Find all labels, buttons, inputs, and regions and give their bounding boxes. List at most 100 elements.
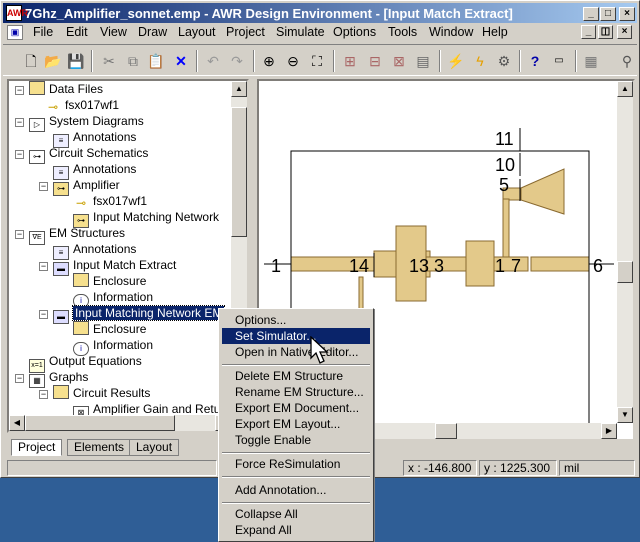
scroll-down-icon[interactable]: ▼ <box>617 407 633 423</box>
tree-node[interactable]: i Information <box>73 337 153 356</box>
copy-icon[interactable]: ⧉ <box>123 51 143 71</box>
menu-edit[interactable]: Edit <box>66 25 88 39</box>
tree-node[interactable]: ≡ Annotations <box>53 161 136 180</box>
menu-help[interactable]: Help <box>482 25 508 39</box>
menu-item-delete-em-structure[interactable]: Delete EM Structure <box>222 368 370 384</box>
add-em-structure-icon[interactable]: ⊠ <box>389 51 409 71</box>
tree-horizontal-scrollbar[interactable]: ◀ ▶ <box>9 415 247 431</box>
menu-item-expand-all[interactable]: Expand All <box>222 522 370 538</box>
collapse-icon[interactable]: − <box>15 374 24 383</box>
menu-item-export-em-layout[interactable]: Export EM Layout... <box>222 416 370 432</box>
menu-tools[interactable]: Tools <box>388 25 417 39</box>
menu-item-toggle-enable[interactable]: Toggle Enable <box>222 432 370 448</box>
scroll-right-icon[interactable]: ▶ <box>601 423 617 439</box>
canvas-vertical-scrollbar[interactable]: ▲ ▼ <box>617 81 633 423</box>
new-file-icon[interactable]: 🗋 <box>21 51 41 71</box>
scroll-left-icon[interactable]: ◀ <box>9 415 25 431</box>
tree-node[interactable]: ▬ Input Match Extract <box>53 257 176 276</box>
menu-item-export-em-document[interactable]: Export EM Document... <box>222 400 370 416</box>
menu-item-options[interactable]: Options... <box>222 312 370 328</box>
title-bar[interactable]: AWR 7Ghz_Amplifier_sonnet.emp - AWR Desi… <box>3 3 637 23</box>
menu-view[interactable]: View <box>100 25 127 39</box>
tree-node[interactable]: ⊶ Amplifier <box>53 177 120 196</box>
child-restore-button[interactable]: ◫ <box>598 25 613 39</box>
project-tree[interactable]: − Data Files ⊸ fsx017wf1 − ▷ System Diagra… <box>7 79 249 433</box>
child-close-button[interactable]: × <box>617 25 632 39</box>
undo-icon[interactable]: ↶ <box>203 51 223 71</box>
menu-options[interactable]: Options <box>333 25 376 39</box>
minimize-button[interactable]: _ <box>583 7 599 21</box>
menu-item-collapse-all[interactable]: Collapse All <box>222 506 370 522</box>
tree-node[interactable]: ⊸ fsx017wf1 <box>45 97 119 113</box>
tune-icon[interactable]: ϟ <box>470 51 490 71</box>
tree-node[interactable]: ⊶ Circuit Schematics <box>29 145 148 164</box>
optimize-icon[interactable]: ⚙ <box>494 51 514 71</box>
collapse-icon[interactable]: − <box>15 230 24 239</box>
maximize-button[interactable]: □ <box>600 7 616 21</box>
toolbar-overflow-icon[interactable]: ⚲ <box>617 51 637 71</box>
pcb-icon[interactable]: ▦ <box>581 51 601 71</box>
tree-node[interactable]: ≡ Annotations <box>53 129 136 148</box>
menu-item-open-native-editor[interactable]: Open in Native Editor... <box>222 344 370 360</box>
tab-layout[interactable]: Layout <box>129 439 180 456</box>
tree-node[interactable]: Enclosure <box>73 321 146 337</box>
scroll-thumb[interactable] <box>25 415 175 431</box>
document-system-icon[interactable]: ▣ <box>7 25 23 40</box>
add-graph-icon[interactable]: ▤ <box>413 51 433 71</box>
menu-file[interactable]: File <box>33 25 53 39</box>
scroll-thumb[interactable] <box>435 423 457 439</box>
tree-node[interactable]: ⊸ fsx017wf1 <box>73 193 147 209</box>
add-schematic-icon[interactable]: ⊞ <box>340 51 360 71</box>
menu-window[interactable]: Window <box>429 25 473 39</box>
menu-item-rename-em-structure[interactable]: Rename EM Structure... <box>222 384 370 400</box>
view-all-icon[interactable]: ⛶ <box>307 51 327 71</box>
tree-node[interactable]: i Information <box>73 289 153 308</box>
paste-icon[interactable]: 📋 <box>146 51 166 71</box>
menu-item-force-resimulation[interactable]: Force ReSimulation <box>222 456 370 472</box>
scroll-up-icon[interactable]: ▲ <box>231 81 247 97</box>
menu-item-add-annotation[interactable]: Add Annotation... <box>222 482 370 498</box>
tree-node[interactable]: ⊶ Input Matching Network <box>73 209 219 228</box>
window-title: 7Ghz_Amplifier_sonnet.emp - AWR Design E… <box>25 6 513 21</box>
tree-node[interactable]: ▷ System Diagrams <box>29 113 144 132</box>
tree-node[interactable]: Circuit Results <box>53 385 150 401</box>
scroll-thumb[interactable] <box>231 107 247 237</box>
save-icon[interactable]: 💾 <box>66 51 86 71</box>
tab-elements[interactable]: Elements <box>67 439 132 456</box>
add-system-diagram-icon[interactable]: ⊟ <box>365 51 385 71</box>
collapse-icon[interactable]: − <box>15 118 24 127</box>
zoom-in-icon[interactable]: ⊕ <box>259 51 279 71</box>
help-icon[interactable]: ? <box>525 51 545 71</box>
menu-layout[interactable]: Layout <box>178 25 216 39</box>
app-icon[interactable]: AWR <box>6 5 28 21</box>
close-button[interactable]: × <box>619 7 635 21</box>
collapse-icon[interactable]: − <box>15 150 24 159</box>
zoom-out-icon[interactable]: ⊖ <box>283 51 303 71</box>
delete-icon[interactable]: ✕ <box>171 51 191 71</box>
collapse-icon[interactable]: − <box>39 182 48 191</box>
redo-icon[interactable]: ↷ <box>227 51 247 71</box>
tree-node[interactable]: x=1 Output Equations <box>29 353 142 373</box>
open-folder-icon[interactable]: 📂 <box>43 51 63 71</box>
menu-project[interactable]: Project <box>226 25 265 39</box>
child-minimize-button[interactable]: _ <box>581 25 596 39</box>
tree-node[interactable]: ∇E EM Structures <box>29 225 125 245</box>
scroll-up-icon[interactable]: ▲ <box>617 81 633 97</box>
tree-node[interactable]: Data Files <box>29 81 103 97</box>
analyze-icon[interactable]: ⚡ <box>446 51 466 71</box>
collapse-icon[interactable]: − <box>39 262 48 271</box>
collapse-icon[interactable]: − <box>39 310 48 319</box>
menu-simulate[interactable]: Simulate <box>276 25 325 39</box>
tree-node[interactable]: ▦ Graphs <box>29 369 88 388</box>
tree-node[interactable]: Enclosure <box>73 273 146 289</box>
collapse-icon[interactable]: − <box>39 390 48 399</box>
tune-tool-icon[interactable]: ▭ <box>549 51 569 71</box>
scroll-thumb[interactable] <box>617 261 633 283</box>
menu-item-set-simulator[interactable]: Set Simulator... <box>222 328 370 344</box>
tab-project[interactable]: Project <box>11 439 63 456</box>
tree-node[interactable]: ≡ Annotations <box>53 241 136 260</box>
menu-draw[interactable]: Draw <box>138 25 167 39</box>
tree-node-selected[interactable]: ▬ Input Matching Network EM <box>53 305 226 324</box>
collapse-icon[interactable]: − <box>15 86 24 95</box>
cut-icon[interactable]: ✂ <box>99 51 119 71</box>
